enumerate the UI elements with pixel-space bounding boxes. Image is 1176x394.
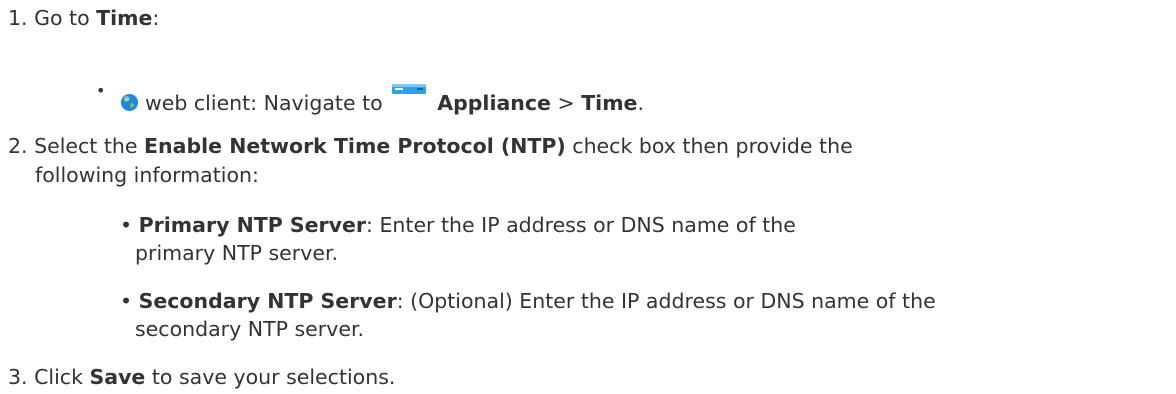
step-text: Go to: [34, 6, 97, 30]
bullet-primary-ntp-line-2: primary NTP server.: [135, 241, 339, 265]
step-text-end: to save your selections.: [145, 365, 396, 389]
bullet-dot: •: [120, 213, 139, 237]
bullet-text: : (Optional) Enter the IP address or DNS…: [396, 289, 936, 313]
step-text-end: :: [152, 6, 160, 30]
menu-time: Time: [581, 91, 638, 115]
step-3: 3. Click Save to save your selections.: [8, 362, 395, 392]
globe-icon: [120, 93, 139, 112]
step-number: 1.: [8, 6, 28, 30]
bullet-dot: •: [120, 289, 139, 313]
step-text-end: check box then provide the: [565, 134, 853, 158]
step-text: Click: [34, 365, 90, 389]
bullet-label: Secondary NTP Server: [138, 289, 397, 313]
step-2-line-2: following information:: [35, 163, 259, 187]
substep-text: web client: Navigate to: [145, 91, 390, 115]
step-1: 1. Go to Time:: [8, 3, 159, 33]
step-1-substep: web client: Navigate to Appliance > Time…: [120, 80, 644, 118]
step-bold: Enable Network Time Protocol (NTP): [144, 134, 566, 158]
substep-end: .: [637, 91, 644, 115]
menu-separator: >: [550, 91, 582, 115]
bullet-secondary-ntp-line-2: secondary NTP server.: [135, 317, 365, 341]
step-2: 2. Select the Enable Network Time Protoc…: [8, 131, 853, 161]
bullet-dot: •: [96, 81, 106, 100]
bullet-primary-ntp: • Primary NTP Server: Enter the IP addre…: [120, 210, 796, 240]
step-number: 3.: [8, 365, 28, 389]
step-text: Select the: [34, 134, 145, 158]
step-number: 2.: [8, 134, 28, 158]
menu-appliance: Appliance: [437, 91, 551, 115]
step-bold: Save: [89, 365, 146, 389]
appliance-icon: [392, 84, 427, 94]
bullet-secondary-ntp: • Secondary NTP Server: (Optional) Enter…: [120, 286, 936, 316]
step-bold: Time: [96, 6, 153, 30]
bullet-text: : Enter the IP address or DNS name of th…: [366, 213, 796, 237]
bullet-label: Primary NTP Server: [138, 213, 367, 237]
